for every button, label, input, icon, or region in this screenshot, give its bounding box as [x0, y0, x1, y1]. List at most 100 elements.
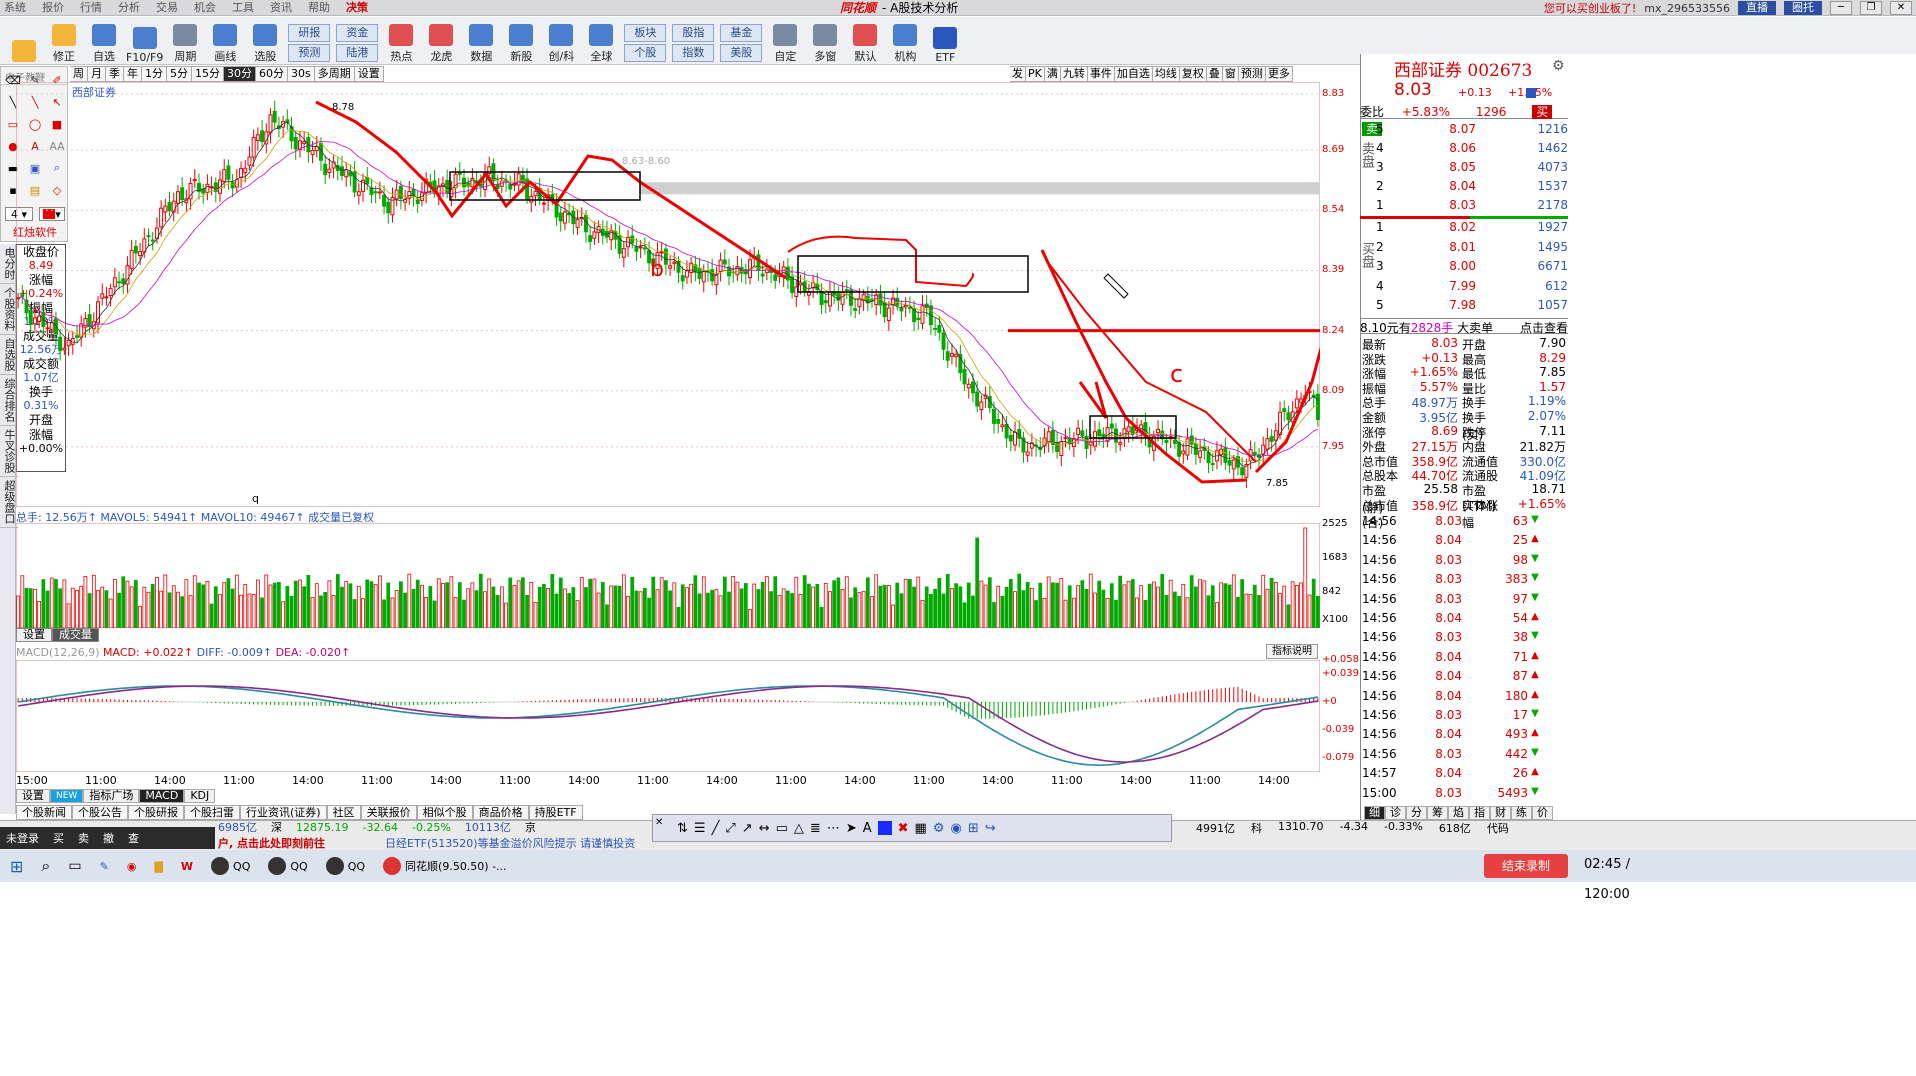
- bid-level[interactable]: 4 7.99 612: [1376, 279, 1568, 298]
- folder-icon[interactable]: ▇: [154, 860, 162, 873]
- period-11[interactable]: 设置: [354, 66, 384, 82]
- chart-tool-6[interactable]: 均线: [1152, 66, 1180, 82]
- menu-item-4[interactable]: 交易: [156, 0, 178, 16]
- ask-level[interactable]: 2 8.04 1537: [1376, 179, 1568, 198]
- chart-tool-4[interactable]: 事件: [1087, 66, 1115, 82]
- text-tool-icon[interactable]: ☰: [694, 821, 706, 836]
- adjust-icon[interactable]: ⇅: [677, 821, 688, 836]
- bid-level[interactable]: 2 8.01 1495: [1376, 240, 1568, 259]
- period-6[interactable]: 15分: [192, 66, 224, 82]
- toolbar-toolbar_pairs-0[interactable]: 研报 预测: [287, 18, 331, 64]
- news-tab-4[interactable]: 行业资讯(证券): [240, 805, 327, 820]
- big-order-row[interactable]: 8.10元有2828手 大卖单 点击查看: [1360, 318, 1568, 335]
- font-icon[interactable]: A: [863, 821, 872, 836]
- toolbar-toolbar2-2[interactable]: 数据: [463, 18, 499, 64]
- toolbar-toolbar-1[interactable]: 修正: [46, 18, 82, 64]
- period-9[interactable]: 30s: [288, 66, 315, 82]
- segment-tool-icon[interactable]: ↔: [759, 821, 770, 836]
- bid-level[interactable]: 3 8.00 6671: [1376, 259, 1568, 278]
- menu-item-9[interactable]: 决策: [346, 0, 368, 16]
- toolbar-toolbar_pairs2-0[interactable]: 板块 个股: [623, 18, 667, 64]
- chart-tool-1[interactable]: PK: [1026, 66, 1045, 82]
- quote-tab-7[interactable]: 练: [1511, 806, 1532, 820]
- quickbar-4[interactable]: 查: [128, 830, 139, 846]
- toolbar-pair-top[interactable]: 资金: [336, 24, 379, 42]
- toolbar-pair-bottom[interactable]: 预测: [288, 44, 331, 62]
- toolbar-pair-top[interactable]: 股指: [672, 24, 715, 42]
- period-5[interactable]: 5分: [167, 66, 192, 82]
- menu-item-3[interactable]: 分析: [118, 0, 140, 16]
- period-1[interactable]: 月: [88, 66, 106, 82]
- toolbar-toolbar3-2[interactable]: 默认: [847, 18, 883, 64]
- code-label[interactable]: 代码: [1487, 820, 1509, 836]
- toolbar-toolbar3-4[interactable]: ETF: [927, 18, 963, 64]
- color-swatch[interactable]: [877, 821, 892, 835]
- user-name[interactable]: mx_296533556: [1644, 2, 1730, 15]
- toolbar-toolbar2-3[interactable]: 新股: [503, 18, 539, 64]
- toolbar-toolbar-4[interactable]: 周期: [167, 18, 203, 64]
- menu-item-0[interactable]: 系统: [4, 0, 26, 16]
- menu-item-8[interactable]: 帮助: [308, 0, 330, 16]
- buy-button[interactable]: 买: [1532, 105, 1553, 119]
- box-tool-icon[interactable]: ▭: [776, 821, 788, 836]
- indicator-tab-4[interactable]: KDJ: [184, 789, 216, 803]
- menu-item-6[interactable]: 工具: [232, 0, 254, 16]
- news-item-1[interactable]: 户, 点击此处即刻前往: [218, 835, 325, 850]
- ask-level[interactable]: 3 8.05 4073: [1376, 160, 1568, 179]
- more-tool-icon[interactable]: ⋯: [827, 821, 840, 836]
- restore-button[interactable]: ❐: [1860, 1, 1882, 15]
- toolbar-pair-bottom[interactable]: 个股: [624, 44, 667, 62]
- taskbar-qq-1[interactable]: QQ: [211, 857, 250, 875]
- toolbar-pair-top[interactable]: 板块: [624, 24, 667, 42]
- toolbar-toolbar_pairs-1[interactable]: 资金 陆港: [335, 18, 379, 64]
- toolbar-toolbar2-4[interactable]: 创/科: [543, 18, 579, 64]
- minimize-button[interactable]: ─: [1830, 1, 1852, 15]
- chart-tool-2[interactable]: 满: [1044, 66, 1061, 82]
- cursor-icon[interactable]: ➤: [846, 821, 857, 836]
- arrow-tool-icon[interactable]: ↗: [742, 821, 753, 836]
- promo-link[interactable]: 您可以买创业板了!: [1544, 0, 1636, 16]
- toolbar-toolbar-0[interactable]: [6, 18, 42, 64]
- chart-tool-0[interactable]: 发: [1010, 66, 1026, 82]
- news-tab-1[interactable]: 个股公告: [72, 805, 128, 820]
- chart-tool-5[interactable]: 加自选: [1114, 66, 1153, 82]
- toolbar-toolbar-2[interactable]: 自选: [86, 18, 122, 64]
- volume-chart[interactable]: [16, 523, 1320, 628]
- delete-icon[interactable]: ✖: [898, 821, 909, 836]
- share-icon[interactable]: ↪: [985, 821, 996, 836]
- taskbar-qq-2[interactable]: QQ: [268, 857, 308, 875]
- period-0[interactable]: 周: [70, 66, 88, 82]
- chrome-icon[interactable]: ◉: [127, 860, 137, 873]
- line-tool-icon[interactable]: ╱: [712, 821, 720, 836]
- quote-tab-1[interactable]: 诊: [1385, 806, 1406, 820]
- quickbar-2[interactable]: 卖: [78, 830, 89, 846]
- news-tab-8[interactable]: 商品价格: [472, 805, 529, 820]
- macd-chart[interactable]: [16, 660, 1320, 772]
- menu-item-1[interactable]: 报价: [42, 0, 64, 16]
- toolbar-pair-bottom[interactable]: 陆港: [336, 44, 379, 62]
- close-button[interactable]: ✕: [1890, 1, 1912, 15]
- windows-start-icon[interactable]: ⊞: [10, 857, 23, 876]
- chart-tool-7[interactable]: 复权: [1179, 66, 1207, 82]
- toolbar-pair-bottom[interactable]: 指数: [672, 44, 715, 62]
- quote-tab-0[interactable]: 细: [1364, 806, 1385, 820]
- toolbar-toolbar_pairs2-1[interactable]: 股指 指数: [671, 18, 715, 64]
- search-icon[interactable]: ⌕: [41, 856, 50, 876]
- pen-app-icon[interactable]: ✎: [100, 860, 109, 873]
- live-button[interactable]: 直播: [1738, 1, 1776, 15]
- volume-tab-0[interactable]: 设置: [16, 628, 52, 642]
- quickbar-3[interactable]: 撤: [103, 830, 114, 846]
- quickbar-1[interactable]: 买: [53, 830, 64, 846]
- toolbar-toolbar2-0[interactable]: 热点: [383, 18, 419, 64]
- ask-level[interactable]: 1 8.03 2178: [1376, 198, 1568, 217]
- ask-level[interactable]: 5 8.07 1216: [1376, 122, 1568, 141]
- period-10[interactable]: 多周期: [314, 66, 355, 82]
- period-4[interactable]: 1分: [142, 66, 167, 82]
- menu-item-2[interactable]: 行情: [80, 0, 102, 16]
- toolbar-toolbar3-0[interactable]: 自定: [767, 18, 803, 64]
- ray-tool-icon[interactable]: ⤢: [725, 821, 735, 836]
- quickbar-0[interactable]: 未登录: [6, 830, 39, 846]
- news-tab-7[interactable]: 相似个股: [416, 805, 473, 820]
- price-chart[interactable]: 8.787.858.63-8.60bcaq: [16, 82, 1320, 507]
- wps-icon[interactable]: W: [181, 860, 193, 873]
